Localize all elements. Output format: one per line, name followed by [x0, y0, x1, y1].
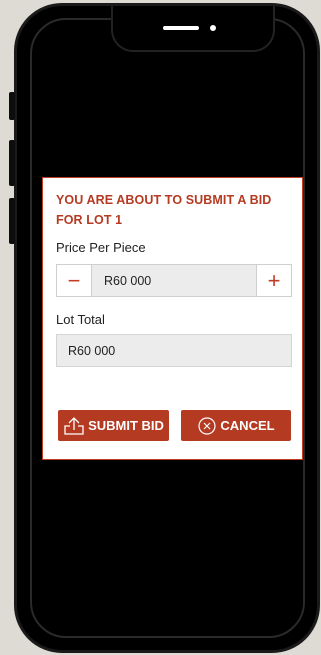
close-circle-icon: [198, 416, 217, 435]
modal-title: YOU ARE ABOUT TO SUBMIT A BID FOR LOT 1: [56, 193, 272, 227]
price-per-piece-label: Price Per Piece: [56, 240, 146, 255]
submit-bid-button[interactable]: SUBMIT BID: [58, 410, 169, 441]
lot-total-label: Lot Total: [56, 312, 105, 327]
submit-bid-label: SUBMIT BID: [88, 418, 164, 433]
submit-bid-modal: YOU ARE ABOUT TO SUBMIT A BID FOR LOT 1 …: [42, 177, 303, 460]
cancel-label: CANCEL: [220, 418, 275, 433]
minus-icon: −: [67, 267, 81, 293]
upload-icon: [64, 416, 84, 435]
price-input[interactable]: R60 000: [91, 265, 257, 296]
front-camera: [210, 25, 216, 31]
decrement-button[interactable]: −: [57, 265, 91, 296]
volume-up-button: [9, 140, 15, 186]
cancel-button[interactable]: CANCEL: [181, 410, 291, 441]
lot-total-field: R60 000: [56, 334, 292, 367]
volume-down-button: [9, 198, 15, 244]
increment-button[interactable]: +: [257, 265, 291, 296]
mute-switch: [9, 92, 15, 120]
plus-icon: +: [267, 267, 281, 293]
price-stepper: − R60 000 +: [56, 264, 292, 297]
speaker-grille: [163, 26, 199, 30]
